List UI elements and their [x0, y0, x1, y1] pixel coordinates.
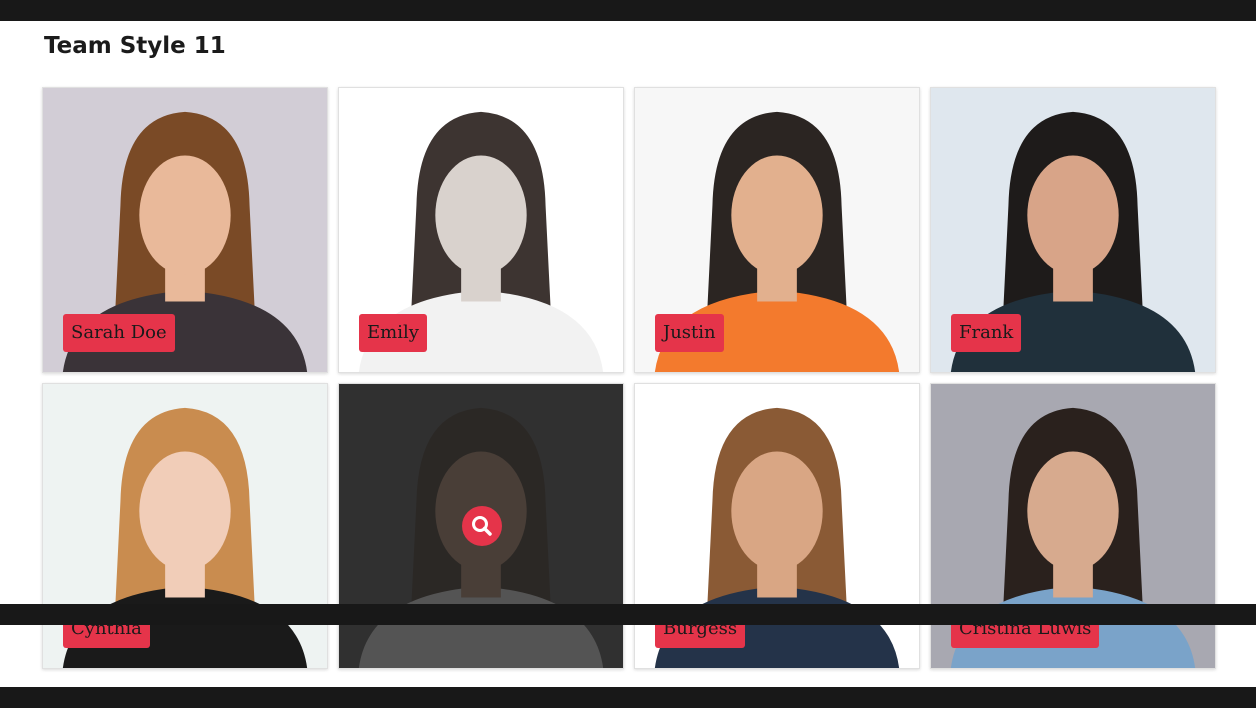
member-name[interactable]: Frank: [951, 314, 1022, 352]
face-shape: [1027, 155, 1119, 275]
member-name[interactable]: Justin: [655, 314, 724, 352]
team-card[interactable]: Emily: [338, 87, 624, 373]
team-card[interactable]: Justin: [634, 87, 920, 373]
member-name[interactable]: Sarah Doe: [63, 314, 175, 352]
team-card[interactable]: Sarah Doe: [42, 87, 328, 373]
team-card[interactable]: Burgess: [634, 383, 920, 669]
team-card[interactable]: Cynthia: [42, 383, 328, 669]
face-shape: [139, 155, 231, 275]
page-title: Team Style 11: [44, 33, 226, 59]
overlay-dark-bar: [0, 604, 1256, 625]
bottom-dark-bar: [0, 687, 1256, 708]
team-card[interactable]: Cristina Luwis: [930, 383, 1216, 669]
team-card[interactable]: [338, 383, 624, 669]
face-shape: [1027, 451, 1119, 571]
face-shape: [731, 155, 823, 275]
team-grid: Sarah Doe Emily Justin Frank Cynthia Bur…: [42, 87, 1218, 670]
zoom-button[interactable]: [462, 506, 502, 546]
search-icon: [472, 516, 492, 536]
team-card[interactable]: Frank: [930, 87, 1216, 373]
member-name[interactable]: Emily: [359, 314, 427, 352]
face-shape: [139, 451, 231, 571]
top-dark-bar: [0, 0, 1256, 21]
face-shape: [435, 155, 527, 275]
face-shape: [731, 451, 823, 571]
